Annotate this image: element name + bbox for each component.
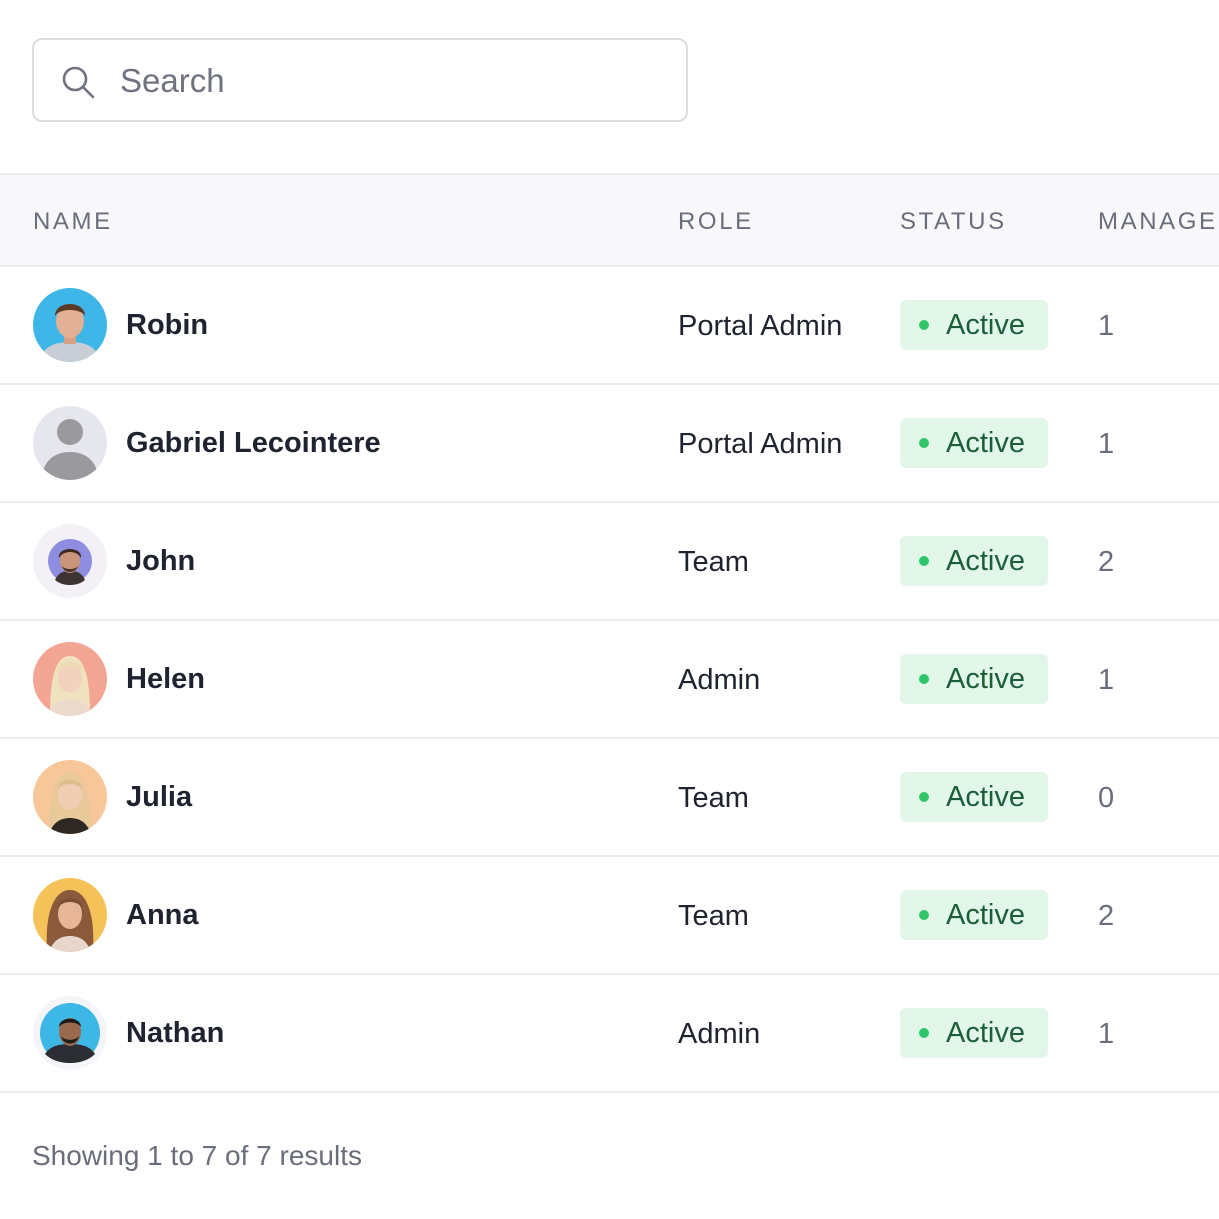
user-role: Admin — [678, 664, 761, 696]
avatar — [33, 760, 107, 834]
table-row[interactable]: John Team Active 2 — [0, 503, 1219, 621]
user-role: Portal Admin — [678, 428, 843, 460]
table-row[interactable]: Robin Portal Admin Active 1 — [0, 267, 1219, 385]
table-row[interactable]: Anna Team Active 2 — [0, 857, 1219, 975]
search-box[interactable] — [32, 38, 688, 122]
managed-count: 0 — [1098, 782, 1115, 814]
status-label: Active — [946, 309, 1025, 341]
status-badge: Active — [900, 536, 1048, 586]
table-row[interactable]: Julia Team Active 0 — [0, 739, 1219, 857]
status-badge: Active — [900, 890, 1048, 940]
managed-count: 1 — [1098, 664, 1115, 696]
user-name[interactable]: Julia — [126, 739, 192, 855]
status-dot-icon — [919, 438, 929, 448]
avatar — [33, 642, 107, 716]
user-role: Team — [678, 900, 749, 932]
status-label: Active — [946, 781, 1025, 813]
table-header: NAME ROLE STATUS MANAGE — [0, 173, 1219, 267]
table-row[interactable]: Helen Admin Active 1 — [0, 621, 1219, 739]
avatar — [33, 288, 107, 362]
managed-count: 2 — [1098, 546, 1115, 578]
managed-count: 1 — [1098, 428, 1115, 460]
user-name[interactable]: John — [126, 503, 195, 619]
table-row[interactable]: Nathan Admin Active 1 — [0, 975, 1219, 1093]
user-name[interactable]: Robin — [126, 267, 208, 383]
managed-count: 1 — [1098, 310, 1115, 342]
status-dot-icon — [919, 674, 929, 684]
column-header-role[interactable]: ROLE — [678, 175, 754, 269]
status-badge: Active — [900, 772, 1048, 822]
status-dot-icon — [919, 792, 929, 802]
user-name[interactable]: Helen — [126, 621, 205, 737]
status-dot-icon — [919, 320, 929, 330]
user-role: Admin — [678, 1018, 761, 1050]
search-input[interactable] — [118, 40, 662, 122]
status-badge: Active — [900, 1008, 1048, 1058]
column-header-name[interactable]: NAME — [33, 175, 113, 269]
avatar — [33, 996, 107, 1070]
status-label: Active — [946, 545, 1025, 577]
status-dot-icon — [919, 1028, 929, 1038]
avatar — [33, 878, 107, 952]
status-label: Active — [946, 663, 1025, 695]
users-table: NAME ROLE STATUS MANAGE Robin Portal Adm… — [0, 173, 1219, 1093]
column-header-status[interactable]: STATUS — [900, 175, 1007, 269]
user-name[interactable]: Gabriel Lecointere — [126, 385, 381, 501]
avatar — [33, 524, 107, 598]
search-icon — [62, 66, 95, 99]
column-header-managed[interactable]: MANAGE — [1098, 175, 1218, 269]
status-label: Active — [946, 427, 1025, 459]
status-badge: Active — [900, 300, 1048, 350]
user-role: Portal Admin — [678, 310, 843, 342]
managed-count: 1 — [1098, 1018, 1115, 1050]
results-summary: Showing 1 to 7 of 7 results — [32, 1140, 362, 1171]
status-badge: Active — [900, 418, 1048, 468]
status-label: Active — [946, 1017, 1025, 1049]
table-row[interactable]: Gabriel Lecointere Portal Admin Active 1 — [0, 385, 1219, 503]
status-dot-icon — [919, 910, 929, 920]
status-label: Active — [946, 899, 1025, 931]
avatar — [33, 406, 107, 480]
users-page: NAME ROLE STATUS MANAGE Robin Portal Adm… — [0, 0, 1219, 1219]
managed-count: 2 — [1098, 900, 1115, 932]
status-badge: Active — [900, 654, 1048, 704]
user-role: Team — [678, 546, 749, 578]
user-name[interactable]: Anna — [126, 857, 199, 973]
status-dot-icon — [919, 556, 929, 566]
user-name[interactable]: Nathan — [126, 975, 224, 1091]
user-role: Team — [678, 782, 749, 814]
